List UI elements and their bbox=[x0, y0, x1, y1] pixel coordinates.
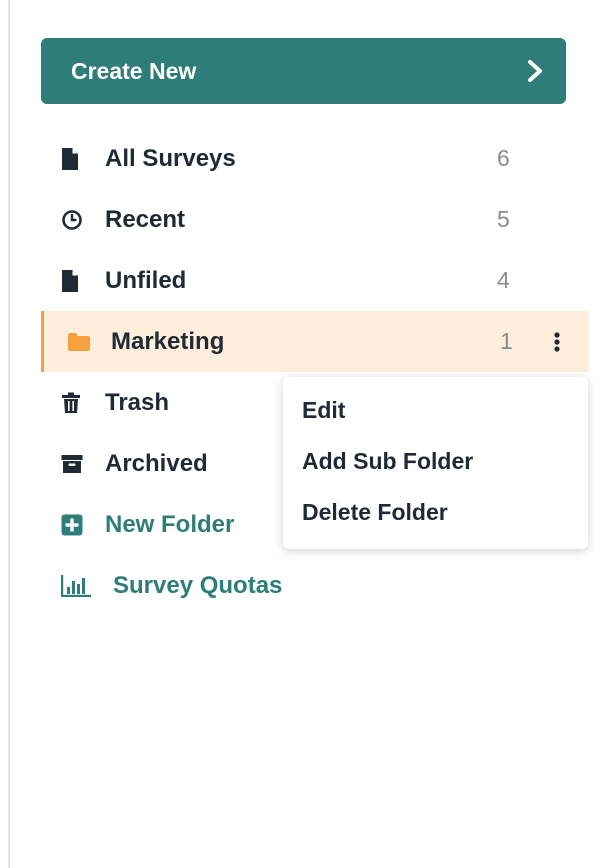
new-folder-label: New Folder bbox=[105, 510, 235, 538]
chevron-right-icon bbox=[526, 60, 544, 82]
sidebar-item-label: Unfiled bbox=[105, 266, 187, 294]
survey-quotas-label: Survey Quotas bbox=[113, 571, 283, 599]
sidebar-item-label: Archived bbox=[105, 449, 208, 477]
sidebar-item-all-surveys[interactable]: All Surveys 6 bbox=[41, 128, 589, 189]
plus-square-icon bbox=[61, 513, 85, 537]
archive-icon bbox=[61, 452, 85, 476]
sidebar-item-recent[interactable]: Recent 5 bbox=[41, 189, 589, 250]
sidebar-item-label: Recent bbox=[105, 205, 186, 233]
sidebar-item-label: Trash bbox=[105, 388, 170, 416]
bar-chart-icon bbox=[61, 574, 93, 598]
count-badge: 4 bbox=[497, 267, 510, 293]
left-divider bbox=[8, 0, 10, 868]
clock-icon bbox=[61, 208, 85, 232]
file-icon bbox=[61, 269, 85, 293]
sidebar-item-label: Marketing bbox=[111, 327, 225, 355]
count-badge: 6 bbox=[497, 145, 510, 171]
create-new-button[interactable]: Create New bbox=[41, 38, 566, 104]
sidebar-item-unfiled[interactable]: Unfiled 4 bbox=[41, 250, 589, 311]
folder-icon bbox=[67, 330, 91, 354]
sidebar-item-label: All Surveys bbox=[105, 144, 236, 172]
menu-item-edit[interactable]: Edit bbox=[283, 385, 588, 436]
file-icon bbox=[61, 147, 85, 171]
count-badge: 1 bbox=[500, 328, 513, 354]
folder-context-menu: Edit Add Sub Folder Delete Folder bbox=[283, 377, 588, 549]
trash-icon bbox=[61, 391, 85, 415]
menu-item-delete-folder[interactable]: Delete Folder bbox=[283, 487, 588, 538]
menu-item-add-sub-folder[interactable]: Add Sub Folder bbox=[283, 436, 588, 487]
survey-quotas-link[interactable]: Survey Quotas bbox=[41, 555, 589, 616]
create-new-label: Create New bbox=[71, 57, 197, 84]
sidebar-item-marketing[interactable]: Marketing 1 bbox=[41, 311, 589, 372]
count-badge: 5 bbox=[497, 206, 510, 232]
more-options-icon[interactable] bbox=[550, 330, 564, 354]
